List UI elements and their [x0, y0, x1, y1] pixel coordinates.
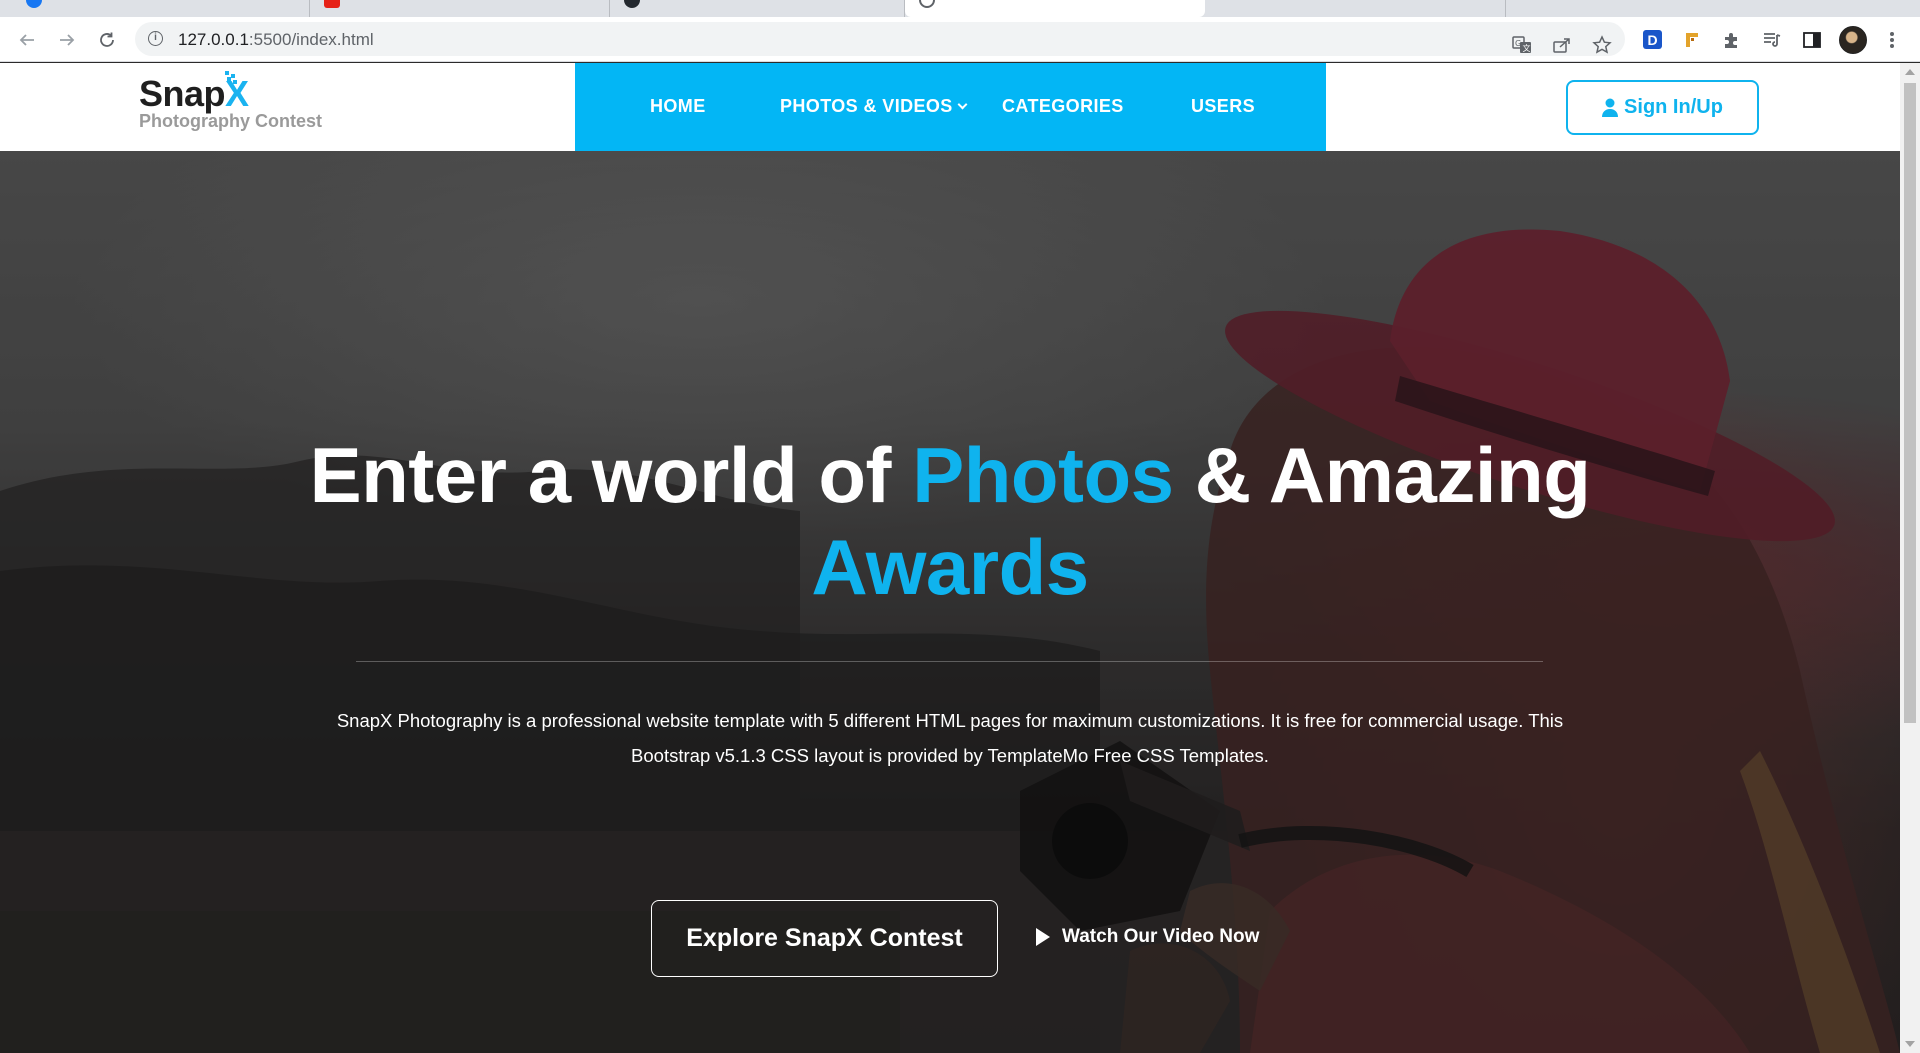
scrollbar-thumb[interactable] — [1904, 83, 1916, 723]
hero-description: SnapX Photography is a professional webs… — [336, 710, 1564, 766]
arrow-right-icon — [60, 34, 75, 46]
extension-d-icon[interactable]: D — [1643, 30, 1662, 49]
browser-tab[interactable] — [310, 0, 610, 17]
reload-icon — [100, 32, 114, 47]
menu-kebab-icon[interactable] — [1880, 28, 1904, 52]
brand-tagline: Photography Contest — [139, 111, 322, 131]
user-icon — [1602, 98, 1619, 117]
explore-contest-button[interactable]: Explore SnapX Contest — [651, 900, 998, 977]
brand-dots-icon — [223, 71, 237, 85]
browser-tab[interactable] — [610, 0, 905, 17]
browser-tab-active[interactable] — [905, 0, 1205, 17]
hero-section: Enter a world of Photos & Amazing Awards… — [0, 151, 1900, 1053]
page-viewport: SnapX Photography Contest HOME PHOTOS & … — [0, 63, 1900, 1053]
svg-text:文: 文 — [1523, 43, 1531, 53]
github-icon — [624, 0, 640, 8]
forward-button[interactable] — [53, 26, 81, 54]
extensions-puzzle-icon[interactable] — [1720, 28, 1744, 52]
scroll-up-icon[interactable] — [1905, 69, 1915, 75]
globe-icon — [919, 0, 935, 8]
site-info-icon[interactable]: i — [148, 31, 163, 46]
address-bar[interactable]: i 127.0.0.1:5500/index.html 文G — [135, 22, 1625, 56]
hero-divider — [356, 661, 1543, 662]
nav-item-categories[interactable]: CATEGORIES — [1002, 96, 1124, 117]
hero-title: Enter a world of Photos & Amazing Awards — [309, 431, 1591, 611]
scroll-down-icon[interactable] — [1905, 1041, 1915, 1047]
svg-text:G: G — [1515, 39, 1521, 48]
extension-pen-icon[interactable] — [1680, 28, 1704, 52]
nav-item-home[interactable]: HOME — [650, 96, 706, 117]
back-button[interactable] — [13, 26, 41, 54]
site-header: SnapX Photography Contest HOME PHOTOS & … — [0, 63, 1900, 151]
watch-video-link[interactable]: Watch Our Video Now — [1036, 926, 1259, 948]
nav-item-users[interactable]: USERS — [1191, 96, 1255, 117]
main-nav: HOME PHOTOS & VIDEOS CATEGORIES USERS — [575, 63, 1326, 151]
youtube-icon — [324, 0, 340, 8]
browser-tab[interactable] — [1206, 0, 1506, 17]
page-scrollbar[interactable] — [1900, 63, 1920, 1053]
media-control-icon[interactable] — [1760, 28, 1784, 52]
bookmark-star-icon[interactable] — [1590, 33, 1614, 57]
profile-avatar[interactable] — [1839, 26, 1867, 54]
browser-tab[interactable] — [0, 0, 310, 17]
side-panel-icon[interactable] — [1800, 28, 1824, 52]
reload-button[interactable] — [93, 26, 121, 54]
tab-strip — [0, 0, 1920, 17]
chevron-down-icon — [957, 99, 968, 110]
brand-logo[interactable]: SnapX Photography Contest — [139, 71, 322, 132]
play-icon — [1036, 928, 1050, 946]
translate-icon[interactable]: 文G — [1510, 33, 1534, 57]
arrow-left-icon — [19, 34, 34, 46]
browser-toolbar: i 127.0.0.1:5500/index.html 文G D — [0, 17, 1920, 62]
share-icon[interactable] — [1550, 33, 1574, 57]
nav-item-photos-videos[interactable]: PHOTOS & VIDEOS — [780, 96, 968, 117]
url-text[interactable]: 127.0.0.1:5500/index.html — [178, 30, 374, 50]
sign-in-button[interactable]: Sign In/Up — [1566, 80, 1759, 135]
facebook-icon — [26, 0, 42, 8]
